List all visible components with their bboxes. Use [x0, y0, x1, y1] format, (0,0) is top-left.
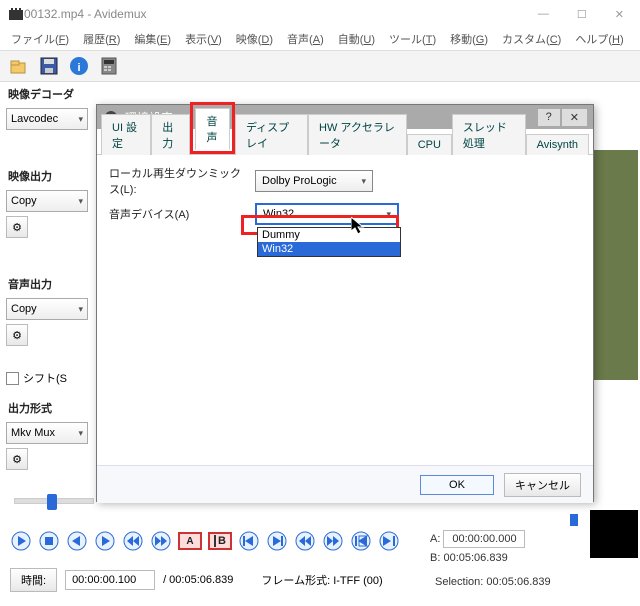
menu-audio[interactable]: 音声(A): [282, 28, 329, 50]
tab-hw-accel[interactable]: HW アクセラレータ: [308, 114, 407, 155]
goto-start-button[interactable]: [350, 530, 372, 552]
stop-button[interactable]: [38, 530, 60, 552]
marker-a-info: A: 00:00:00.000: [430, 530, 525, 548]
audio-config-button[interactable]: ⚙: [6, 324, 28, 346]
marker-a-value: 00:00:00.000: [443, 530, 525, 548]
set-marker-b-button[interactable]: B: [208, 532, 232, 550]
menu-tools[interactable]: ツール(T): [384, 28, 441, 50]
cursor-icon: [351, 217, 365, 235]
prev-keyframe-button[interactable]: [122, 530, 144, 552]
duration-text: / 00:05:06.839: [163, 574, 233, 586]
frame-type-text: フレーム形式: I-TFF (00): [261, 572, 382, 588]
maximize-button[interactable]: ☐: [569, 4, 595, 25]
close-button[interactable]: ✕: [607, 4, 632, 25]
dialog-tabbar: UI 設定 出力 音声 ディスプレイ HW アクセラレータ CPU スレッド処理…: [97, 129, 593, 155]
window-title: 00132.mp4 - Avidemux: [24, 7, 530, 21]
video-output-combo[interactable]: Copy: [6, 190, 88, 212]
next-keyframe-button[interactable]: [150, 530, 172, 552]
set-marker-a-button[interactable]: A: [178, 532, 202, 550]
menu-recent[interactable]: 履歴(R): [78, 28, 125, 50]
next-black-button[interactable]: [322, 530, 344, 552]
calculator-icon[interactable]: [98, 55, 120, 77]
audio-device-dropdown: Dummy Win32: [257, 227, 401, 257]
device-option-win32[interactable]: Win32: [258, 242, 400, 256]
slider-thumb[interactable]: [47, 494, 57, 510]
audio-device-select[interactable]: Win32 Dummy Win32: [255, 203, 399, 225]
audio-device-label: 音声デバイス(A): [109, 206, 249, 222]
shift-checkbox[interactable]: [6, 372, 19, 385]
menu-custom[interactable]: カスタム(C): [497, 28, 566, 50]
video-decoder-combo[interactable]: Lavcodec: [6, 108, 88, 130]
timeline-slider[interactable]: [14, 498, 94, 504]
tab-cpu[interactable]: CPU: [407, 134, 452, 155]
menu-help[interactable]: ヘルプ(H): [570, 28, 628, 50]
tab-display[interactable]: ディスプレイ: [235, 114, 308, 155]
dialog-close-button[interactable]: ✕: [562, 109, 587, 126]
menubar: ファイル(F) 履歴(R) 編集(E) 表示(V) 映像(D) 音声(A) 自動…: [0, 28, 640, 50]
menu-edit[interactable]: 編集(E): [129, 28, 176, 50]
video-decoder-label: 映像デコーダ: [6, 86, 94, 102]
menu-video[interactable]: 映像(D): [231, 28, 278, 50]
menu-go[interactable]: 移動(G): [445, 28, 493, 50]
tab-avisynth[interactable]: Avisynth: [526, 134, 589, 155]
marker-b-info: B: 00:05:06.839: [430, 552, 508, 564]
time-button[interactable]: 時間:: [10, 568, 57, 592]
prev-black-button[interactable]: [294, 530, 316, 552]
minimize-button[interactable]: —: [530, 4, 557, 25]
audio-output-combo[interactable]: Copy: [6, 298, 88, 320]
goto-end-button[interactable]: [378, 530, 400, 552]
play-button[interactable]: [10, 530, 32, 552]
audio-output-label: 音声出力: [6, 276, 94, 292]
menu-auto[interactable]: 自動(U): [333, 28, 380, 50]
device-option-dummy[interactable]: Dummy: [258, 228, 400, 242]
goto-marker-a-button[interactable]: [238, 530, 260, 552]
titlebar: 00132.mp4 - Avidemux — ☐ ✕: [0, 0, 640, 28]
output-format-label: 出力形式: [6, 400, 94, 416]
ok-button[interactable]: OK: [420, 475, 494, 495]
menu-file[interactable]: ファイル(F): [6, 28, 74, 50]
shift-label: シフト(S: [23, 370, 67, 386]
cancel-button[interactable]: キャンセル: [504, 473, 581, 497]
timeline-marker[interactable]: [570, 514, 578, 528]
tab-audio-highlight: 音声: [190, 102, 234, 154]
selection-info: Selection: 00:05:06.839: [435, 576, 551, 588]
toolbar: i: [0, 50, 640, 82]
app-icon: [8, 6, 24, 22]
tab-output[interactable]: 出力: [151, 114, 190, 155]
video-config-button[interactable]: ⚙: [6, 216, 28, 238]
svg-text:i: i: [77, 62, 80, 74]
marker-b-value: 00:05:06.839: [443, 552, 507, 564]
thumbnail-preview: [590, 510, 638, 558]
current-time-field[interactable]: 00:00:00.100: [65, 570, 155, 590]
format-config-button[interactable]: ⚙: [6, 448, 28, 470]
open-icon[interactable]: [8, 55, 30, 77]
dialog-help-button[interactable]: ?: [538, 109, 560, 126]
tab-audio[interactable]: 音声: [195, 108, 229, 150]
playback-controls: A B: [10, 530, 400, 552]
downmix-select[interactable]: Dolby ProLogic: [255, 170, 373, 192]
info-icon[interactable]: i: [68, 55, 90, 77]
save-icon[interactable]: [38, 55, 60, 77]
menu-view[interactable]: 表示(V): [180, 28, 227, 50]
next-frame-button[interactable]: [94, 530, 116, 552]
output-format-combo[interactable]: Mkv Mux: [6, 422, 88, 444]
goto-marker-b-button[interactable]: [266, 530, 288, 552]
preferences-dialog: 環境設定 ? ✕ UI 設定 出力 音声 ディスプレイ HW アクセラレータ C…: [96, 104, 594, 502]
downmix-label: ローカル再生ダウンミックス(L):: [109, 165, 249, 197]
tab-threading[interactable]: スレッド処理: [452, 114, 526, 155]
video-output-label: 映像出力: [6, 168, 94, 184]
tab-ui-settings[interactable]: UI 設定: [101, 114, 151, 155]
prev-frame-button[interactable]: [66, 530, 88, 552]
